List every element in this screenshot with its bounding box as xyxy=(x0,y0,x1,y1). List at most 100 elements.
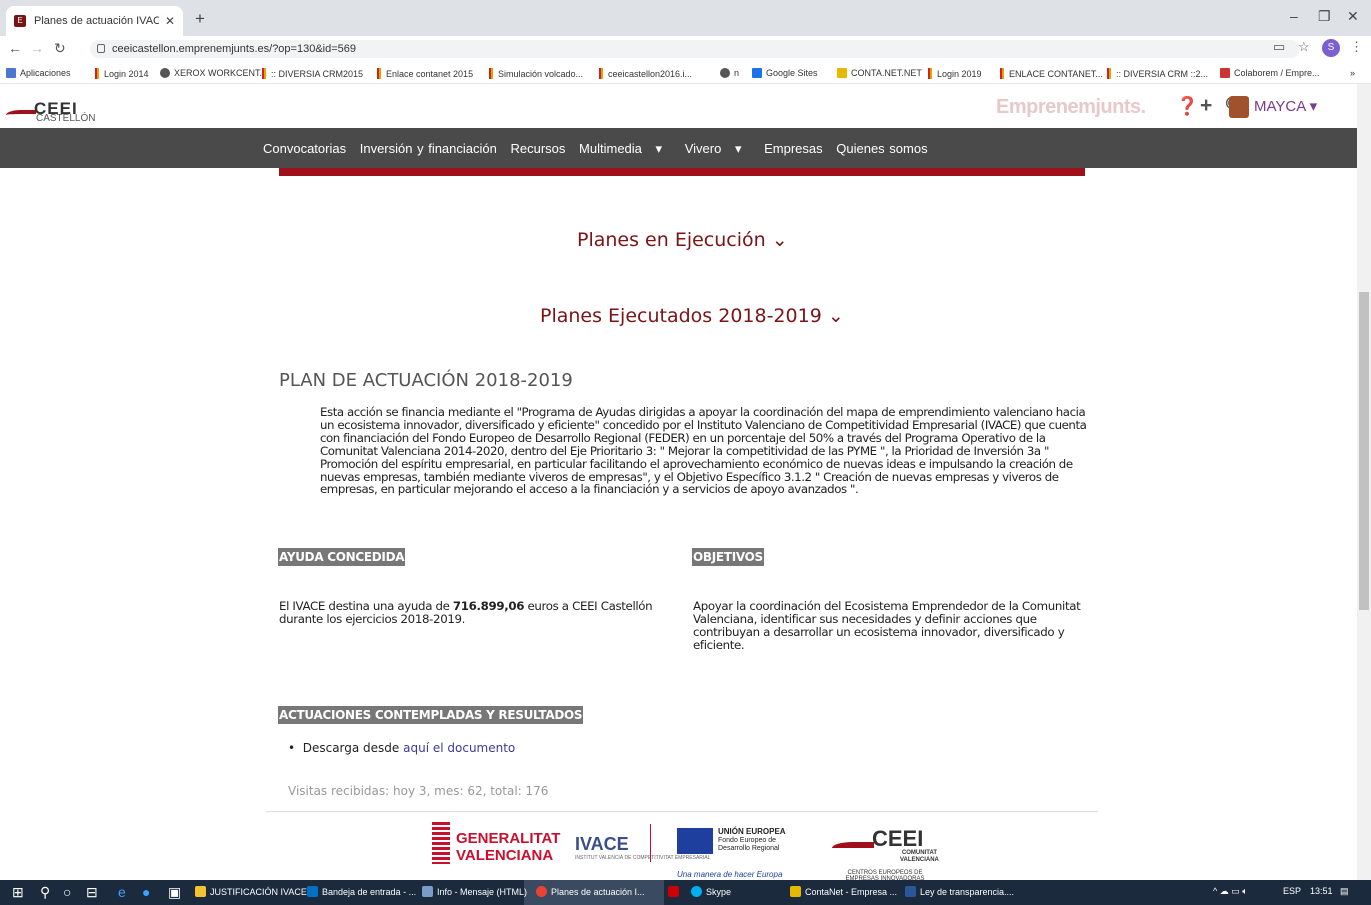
task-view-icon[interactable]: ⊟ xyxy=(86,884,98,901)
add-icon[interactable]: + xyxy=(1200,94,1212,118)
restore-button[interactable]: ❐ xyxy=(1318,8,1331,25)
logo-swoosh xyxy=(6,110,36,120)
divider xyxy=(266,811,1098,812)
eu-motto: Una manera de hacer Europa xyxy=(677,870,783,879)
user-avatar[interactable] xyxy=(1229,96,1249,118)
menu-dots-icon[interactable]: ⋮ xyxy=(1350,39,1363,55)
notifications-icon[interactable]: ▤ xyxy=(1340,886,1349,897)
taskbar-item[interactable]: ContaNet - Empresa ... xyxy=(790,886,897,897)
url-text: ceeicastellon.emprenemjunts.es/?op=130&i… xyxy=(112,43,356,55)
contanet-icon xyxy=(790,886,801,897)
objetivos-heading: OBJETIVOS xyxy=(692,548,764,566)
red-banner-edge xyxy=(279,168,1085,176)
scrollbar-thumb[interactable] xyxy=(1359,292,1369,610)
bookmark-icon xyxy=(95,68,99,79)
bookmark-item[interactable]: Login 2019 xyxy=(928,68,982,79)
bookmark-item[interactable]: Colaborem / Empre... xyxy=(1220,68,1320,78)
windows-start-icon[interactable]: ⊞ xyxy=(12,884,24,901)
clock[interactable]: 13:51 xyxy=(1310,886,1333,896)
tray-icons[interactable]: ^ ☁ ▭ 🔈︎ xyxy=(1213,886,1248,897)
pdf-icon xyxy=(668,886,679,897)
eu-text: UNIÓN EUROPEA Fondo Europeo de Desarrollo … xyxy=(718,827,786,853)
bookmark-item[interactable]: Google Sites xyxy=(752,68,818,78)
close-window-button[interactable]: ✕ xyxy=(1347,8,1359,25)
taskbar-item[interactable]: Skype xyxy=(691,886,731,897)
bookmark-item[interactable]: XEROX WORKCENT... xyxy=(160,68,267,78)
emprenemjunts-brand[interactable]: Emprenemjunts. xyxy=(996,96,1146,119)
visit-counter: Visitas recibidas: hoy 3, mes: 62, total… xyxy=(288,784,549,798)
nav-item-vivero[interactable]: Vivero ▾ xyxy=(685,141,751,156)
store-icon[interactable]: ▣ xyxy=(168,884,181,901)
cortana-icon[interactable]: ○ xyxy=(63,884,71,900)
reload-icon[interactable]: ↻ xyxy=(54,40,66,57)
folder-icon xyxy=(195,886,206,897)
chevron-down-icon: ▾ xyxy=(1309,98,1318,115)
lock-icon xyxy=(97,44,105,53)
contanet-icon xyxy=(837,68,847,78)
tab-title: Planes de actuación IVACE - CEE xyxy=(34,15,159,27)
download-link[interactable]: aquí el documento xyxy=(403,741,515,755)
colaborem-icon xyxy=(1220,68,1230,78)
nav-item-convocatorias[interactable]: Convocatorias xyxy=(263,141,346,156)
edge-icon[interactable]: e xyxy=(118,884,126,900)
bookmark-item[interactable]: n xyxy=(720,68,739,78)
chevron-down-icon: ⌄ xyxy=(827,305,844,327)
accordion-planes-ejecutados[interactable]: Planes Ejecutados 2018-2019 ⌄ xyxy=(540,305,844,327)
bookmark-item[interactable]: ceeicastellon2016.i... xyxy=(599,68,692,79)
bookmark-item[interactable]: Login 2014 xyxy=(95,68,149,79)
bookmark-item[interactable]: :: DIVERSIA CRM ::2... xyxy=(1107,68,1208,79)
bookmark-item[interactable]: ENLACE CONTANET... xyxy=(1000,68,1103,79)
bookmark-item[interactable]: Simulación volcado... xyxy=(489,68,583,79)
back-icon[interactable]: ← xyxy=(8,40,22,56)
profile-avatar[interactable]: S xyxy=(1322,39,1340,57)
taskbar-item[interactable]: Ley de transparencia.... xyxy=(905,886,1014,897)
nav-item-multimedia[interactable]: Multimedia ▾ xyxy=(579,141,671,156)
nav-item-inversion[interactable]: Inversión y financiación xyxy=(360,141,497,156)
globe-icon xyxy=(160,68,170,78)
chrome-icon xyxy=(536,886,547,897)
download-item: • Descarga desde aquí el documento xyxy=(288,741,516,755)
new-tab-button[interactable]: + xyxy=(195,9,205,29)
objetivos-text: Apoyar la coordinación del Ecosistema Em… xyxy=(693,599,1081,652)
forward-icon[interactable]: → xyxy=(30,40,44,56)
minimize-button[interactable]: – xyxy=(1290,8,1298,24)
bookmark-apps[interactable]: Aplicaciones xyxy=(6,68,71,78)
help-icon[interactable]: ❓ xyxy=(1176,96,1198,117)
bookmarks-overflow-icon[interactable]: » xyxy=(1350,68,1355,78)
logo-swoosh xyxy=(832,842,874,854)
taskbar-item[interactable]: Info - Mensaje (HTML) xyxy=(422,886,527,897)
search-icon[interactable]: ⚲ xyxy=(40,884,50,901)
taskbar-item[interactable]: Bandeja de entrada - ... xyxy=(307,886,416,897)
nav-item-empresas[interactable]: Empresas xyxy=(764,141,823,156)
actuaciones-heading: ACTUACIONES CONTEMPLADAS Y RESULTADOS xyxy=(278,706,584,724)
taskbar-item[interactable]: Planes de actuación I... xyxy=(536,886,645,897)
language-indicator[interactable]: ESP xyxy=(1283,886,1301,896)
bookmark-star-icon[interactable]: ☆ xyxy=(1298,39,1310,55)
browser-tab[interactable]: E Planes de actuación IVACE - CEE ✕ xyxy=(6,6,183,36)
plan-title: PLAN DE ACTUACIÓN 2018-2019 xyxy=(279,370,573,391)
taskbar-item[interactable]: JUSTIFICACIÓN IVACE... xyxy=(195,886,314,897)
mail-icon xyxy=(422,886,433,897)
nav-item-recursos[interactable]: Recursos xyxy=(511,141,566,156)
ie-icon[interactable]: ● xyxy=(142,884,150,900)
ceei-cv-sub: COMUNITAT VALENCIANA xyxy=(900,850,939,863)
bookmark-item[interactable]: :: DIVERSIA CRM2015 xyxy=(262,68,363,79)
user-menu[interactable]: MAYCA ▾ xyxy=(1254,97,1317,115)
site-favicon-icon: E xyxy=(14,15,26,27)
address-bar[interactable]: ceeicastellon.emprenemjunts.es/?op=130&i… xyxy=(90,40,1300,58)
caret-down-icon: ▾ xyxy=(655,141,663,156)
cast-icon[interactable]: ▭ xyxy=(1273,39,1285,55)
accordion-planes-ejecucion[interactable]: Planes en Ejecución ⌄ xyxy=(577,229,788,251)
google-sites-icon xyxy=(752,68,762,78)
close-tab-icon[interactable]: ✕ xyxy=(165,14,175,28)
site-header xyxy=(0,84,1357,128)
bookmark-item[interactable]: Enlace contanet 2015 xyxy=(377,68,473,79)
nav-item-quienes[interactable]: Quienes somos xyxy=(836,141,927,156)
ayuda-heading: AYUDA CONCEDIDA xyxy=(278,548,406,566)
bookmarks-bar: Aplicaciones Login 2014 XEROX WORKCENT..… xyxy=(0,62,1371,84)
taskbar-item[interactable] xyxy=(668,886,683,897)
caret-down-icon: ▾ xyxy=(734,141,742,156)
plan-description: Esta acción se financia mediante el "Pro… xyxy=(320,405,1087,497)
bookmark-icon xyxy=(262,68,266,79)
bookmark-item[interactable]: CONTA.NET.NET xyxy=(837,68,922,78)
